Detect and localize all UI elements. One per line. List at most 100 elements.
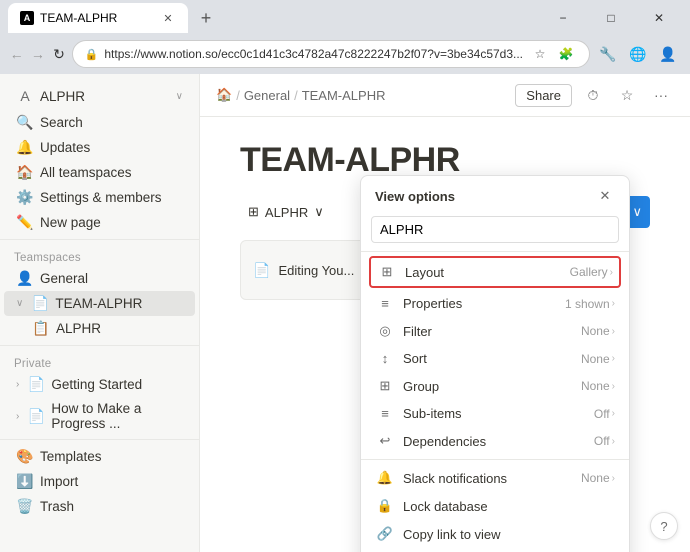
- url-actions: ☆ 🧩: [529, 43, 577, 65]
- sidebar-item-import[interactable]: ⬇️ Import: [4, 469, 195, 494]
- panel-item-slack-notifications[interactable]: 🔔 Slack notifications None ›: [361, 464, 629, 492]
- teamspaces-icon: 🏠: [16, 164, 34, 181]
- new-tab-button[interactable]: +: [192, 4, 220, 32]
- copy-link-label: Copy link to view: [403, 527, 615, 542]
- workspace-name-item[interactable]: A ALPHR ∨: [4, 84, 195, 108]
- sidebar-item-new-page[interactable]: ✏️ New page: [4, 210, 195, 235]
- more-options-icon[interactable]: ···: [648, 82, 674, 108]
- sidebar-divider-2: [0, 345, 199, 346]
- group-value: None ›: [581, 379, 615, 393]
- panel-view-name-field[interactable]: [361, 212, 629, 247]
- star-icon[interactable]: ☆: [614, 82, 640, 108]
- panel-item-layout[interactable]: ⊞ Layout Gallery ›: [369, 256, 621, 288]
- maximize-button[interactable]: □: [588, 0, 634, 36]
- panel-divider-2: [361, 459, 629, 460]
- progress-icon: 📄: [27, 408, 45, 425]
- subitems-value-text: Off: [594, 407, 610, 421]
- lock-icon: 🔒: [85, 48, 99, 61]
- main-content: 🏠 / General / TEAM-ALPHR Share ⏱ ☆ ··· T…: [200, 74, 690, 552]
- close-button[interactable]: ✕: [636, 0, 682, 36]
- sidebar-item-trash[interactable]: 🗑️ Trash: [4, 494, 195, 519]
- extension-icon-2[interactable]: 🌐: [624, 40, 652, 68]
- slack-notifications-value-text: None: [581, 471, 610, 485]
- search-label: Search: [40, 115, 83, 130]
- breadcrumb-sep-1: /: [236, 88, 240, 103]
- private-header: Private: [0, 350, 199, 372]
- subitems-label: Sub-items: [403, 406, 594, 421]
- extension-icon-1[interactable]: 🔧: [594, 40, 622, 68]
- dependencies-chevron-icon: ›: [612, 436, 615, 447]
- sidebar-item-getting-started[interactable]: › 📄 Getting Started: [4, 372, 195, 397]
- alphr-icon: 📋: [32, 320, 50, 337]
- team-alphr-label: TEAM-ALPHR: [55, 296, 142, 311]
- lock-database-label: Lock database: [403, 499, 615, 514]
- sidebar-item-all-teamspaces[interactable]: 🏠 All teamspaces: [4, 160, 195, 185]
- sidebar-item-updates[interactable]: 🔔 Updates: [4, 135, 195, 160]
- filter-chevron-icon: ›: [612, 326, 615, 337]
- layout-value: Gallery ›: [570, 265, 613, 279]
- properties-label: Properties: [403, 296, 565, 311]
- bookmark-icon[interactable]: ☆: [529, 43, 551, 65]
- url-bar[interactable]: 🔒 https://www.notion.so/ecc0c1d41c3c4782…: [72, 40, 590, 68]
- topbar: 🏠 / General / TEAM-ALPHR Share ⏱ ☆ ···: [200, 74, 690, 117]
- sidebar: A ALPHR ∨ 🔍 Search 🔔 Updates 🏠 All teams…: [0, 74, 200, 552]
- panel-item-group[interactable]: ⊞ Group None ›: [361, 372, 629, 400]
- sidebar-divider-1: [0, 239, 199, 240]
- tab-close-button[interactable]: ✕: [160, 10, 176, 26]
- tab-title: TEAM-ALPHR: [40, 11, 117, 25]
- chevron-down-icon: ∨: [16, 298, 23, 309]
- lock-database-icon: 🔒: [375, 498, 395, 514]
- dependencies-value: Off ›: [594, 434, 615, 448]
- view-options-panel: View options ✕ ⊞ Layout Gallery ›: [360, 175, 630, 552]
- panel-item-sort[interactable]: ↕ Sort None ›: [361, 345, 629, 372]
- sidebar-item-general[interactable]: 👤 General: [4, 266, 195, 291]
- group-label: Group: [403, 379, 581, 394]
- sidebar-item-templates[interactable]: 🎨 Templates: [4, 444, 195, 469]
- view-name-input[interactable]: [371, 216, 619, 243]
- import-icon: ⬇️: [16, 473, 34, 490]
- view-icon: ⊞: [248, 204, 259, 220]
- workspace-icon: A: [16, 88, 34, 104]
- sidebar-item-team-alphr[interactable]: ∨ 📄 TEAM-ALPHR: [4, 291, 195, 316]
- panel-item-dependencies[interactable]: ↩ Dependencies Off ›: [361, 427, 629, 455]
- panel-item-properties[interactable]: ≡ Properties 1 shown ›: [361, 290, 629, 317]
- slack-notifications-icon: 🔔: [375, 470, 395, 486]
- dependencies-icon: ↩: [375, 433, 395, 449]
- subitems-chevron-icon: ›: [612, 408, 615, 419]
- dependencies-label: Dependencies: [403, 434, 594, 449]
- panel-header: View options ✕: [361, 176, 629, 212]
- sidebar-item-settings[interactable]: ⚙️ Settings & members: [4, 185, 195, 210]
- panel-item-duplicate-view[interactable]: 📋 Duplicate view: [361, 548, 629, 552]
- help-button[interactable]: ?: [650, 512, 678, 540]
- extension-puzzle-icon[interactable]: 🧩: [555, 43, 577, 65]
- panel-item-lock-database[interactable]: 🔒 Lock database: [361, 492, 629, 520]
- panel-item-subitems[interactable]: ≡ Sub-items Off ›: [361, 400, 629, 427]
- slack-notifications-label: Slack notifications: [403, 471, 581, 486]
- forward-button[interactable]: →: [29, 40, 46, 68]
- address-bar: ← → ↻ 🔒 https://www.notion.so/ecc0c1d41c…: [0, 36, 690, 74]
- panel-item-copy-link[interactable]: 🔗 Copy link to view: [361, 520, 629, 548]
- topbar-actions: Share ⏱ ☆ ···: [515, 82, 674, 108]
- back-button[interactable]: ←: [8, 40, 25, 68]
- history-icon[interactable]: ⏱: [580, 82, 606, 108]
- trash-icon: 🗑️: [16, 498, 34, 515]
- panel-close-button[interactable]: ✕: [595, 186, 615, 206]
- sidebar-item-search[interactable]: 🔍 Search: [4, 110, 195, 135]
- import-label: Import: [40, 474, 78, 489]
- breadcrumb-general[interactable]: General: [244, 88, 290, 103]
- active-tab[interactable]: A TEAM-ALPHR ✕: [8, 3, 188, 33]
- extension-icon-3[interactable]: 👤: [654, 40, 682, 68]
- share-button[interactable]: Share: [515, 84, 572, 107]
- sidebar-item-progress[interactable]: › 📄 How to Make a Progress ...: [4, 397, 195, 435]
- minimize-button[interactable]: −: [540, 0, 586, 36]
- view-name-button[interactable]: ⊞ ALPHR ∨: [240, 200, 332, 224]
- layout-icon: ⊞: [377, 264, 397, 280]
- view-name-label: ALPHR: [265, 205, 308, 220]
- panel-item-filter[interactable]: ◎ Filter None ›: [361, 317, 629, 345]
- reload-button[interactable]: ↻: [50, 40, 67, 68]
- templates-label: Templates: [40, 449, 102, 464]
- properties-value-text: 1 shown: [565, 297, 610, 311]
- chevron-right-icon: ›: [16, 379, 19, 390]
- window-controls: − □ ✕: [540, 0, 682, 36]
- sidebar-item-alphr[interactable]: 📋 ALPHR: [4, 316, 195, 341]
